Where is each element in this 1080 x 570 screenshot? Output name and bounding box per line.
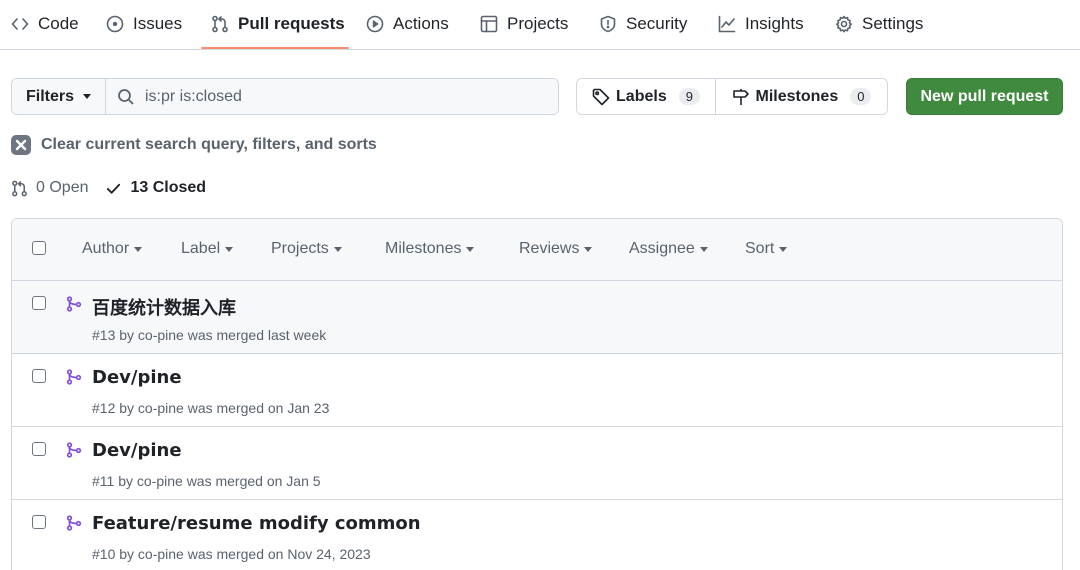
table-row[interactable]: Feature/resume modify common #10 by co-p… <box>12 500 1062 570</box>
pr-title-link[interactable]: Dev/pine <box>92 367 182 388</box>
shield-icon <box>600 15 616 33</box>
chevron-down-icon <box>779 246 788 252</box>
chevron-down-icon <box>584 246 593 252</box>
label-filter-label: Label <box>181 240 221 257</box>
git-merge-icon <box>66 369 82 385</box>
search-input[interactable] <box>145 87 545 106</box>
gear-icon <box>835 15 853 33</box>
filters-label: Filters <box>25 87 74 105</box>
milestones-filter[interactable]: Milestones <box>385 240 475 258</box>
milestone-icon <box>732 88 749 105</box>
pr-meta: #13 by co-pine was merged last week <box>92 327 327 343</box>
author-filter[interactable]: Author <box>82 240 143 258</box>
label-filter[interactable]: Label <box>181 240 234 258</box>
closed-prs-link[interactable]: 13 Closed <box>105 179 206 197</box>
labels-label: Labels <box>616 87 667 105</box>
pr-title-link[interactable]: Feature/resume modify common <box>92 513 421 534</box>
pr-meta: #12 by co-pine was merged on Jan 23 <box>92 400 330 416</box>
chevron-down-icon <box>225 246 234 252</box>
row-checkbox[interactable] <box>32 369 46 383</box>
labels-milestones-group: Labels 9 Milestones 0 <box>576 78 888 115</box>
tab-issues-label: Issues <box>133 14 183 33</box>
open-prs-link[interactable]: 0 Open <box>11 179 88 197</box>
filters-dropdown-button[interactable]: Filters <box>12 79 106 114</box>
author-filter-label: Author <box>82 240 130 257</box>
pr-meta: #11 by co-pine was merged on Jan 5 <box>92 473 321 489</box>
table-row[interactable]: 百度统计数据入库 #13 by co-pine was merged last … <box>12 281 1062 354</box>
pr-title-link[interactable]: 百度统计数据入库 <box>92 294 236 320</box>
repo-nav: Code Issues Pull requests Actions Projec… <box>0 0 1080 50</box>
projects-filter-label: Projects <box>271 240 329 257</box>
clear-filters-link[interactable]: Clear current search query, filters, and… <box>11 134 377 156</box>
list-header: Author Label Projects Milestones Reviews… <box>12 219 1062 281</box>
labels-count: 9 <box>678 88 700 105</box>
sort-filter[interactable]: Sort <box>745 240 788 258</box>
row-checkbox[interactable] <box>32 515 46 529</box>
milestones-filter-label: Milestones <box>385 240 462 257</box>
labels-button[interactable]: Labels 9 <box>577 79 716 114</box>
table-row[interactable]: Dev/pine #12 by co-pine was merged on Ja… <box>12 354 1062 427</box>
assignee-filter-label: Assignee <box>629 240 695 257</box>
tab-issues[interactable]: Issues <box>106 0 182 48</box>
tab-settings[interactable]: Settings <box>835 0 923 48</box>
tab-insights[interactable]: Insights <box>718 0 804 48</box>
clear-filters-label: Clear current search query, filters, and… <box>41 136 377 153</box>
code-icon <box>11 18 29 30</box>
filter-search-group: Filters <box>11 78 559 115</box>
git-pull-request-icon <box>12 180 27 196</box>
reviews-filter-label: Reviews <box>519 240 580 257</box>
pr-title-link[interactable]: Dev/pine <box>92 440 182 461</box>
tab-code-label: Code <box>38 14 79 33</box>
select-all-checkbox[interactable] <box>32 241 46 255</box>
milestones-label: Milestones <box>755 87 839 105</box>
row-checkbox[interactable] <box>32 442 46 456</box>
tab-security[interactable]: Security <box>599 0 687 48</box>
git-merge-icon <box>66 296 82 312</box>
milestones-count: 0 <box>850 88 872 105</box>
graph-icon <box>718 15 736 33</box>
chevron-down-icon <box>134 246 143 252</box>
tab-code[interactable]: Code <box>11 0 79 48</box>
chevron-down-icon <box>333 246 342 252</box>
tab-security-label: Security <box>626 14 688 33</box>
tab-actions-label: Actions <box>393 14 449 33</box>
tab-pull-requests[interactable]: Pull requests <box>211 0 345 48</box>
pr-meta: #10 by co-pine was merged on Nov 24, 202… <box>92 546 371 562</box>
git-merge-icon <box>66 515 82 531</box>
milestones-button[interactable]: Milestones 0 <box>716 79 887 114</box>
state-toggle: 0 Open 13 Closed <box>11 177 223 199</box>
tag-icon <box>592 88 610 105</box>
reviews-filter[interactable]: Reviews <box>519 240 593 258</box>
issue-opened-icon <box>106 15 124 33</box>
tab-pull-requests-label: Pull requests <box>238 14 345 33</box>
git-merge-icon <box>66 442 82 458</box>
tab-projects[interactable]: Projects <box>480 0 568 48</box>
active-tab-underline <box>201 47 349 49</box>
git-pull-request-icon <box>212 15 228 33</box>
table-icon <box>480 15 498 33</box>
sort-filter-label: Sort <box>745 240 775 257</box>
pull-request-list: Author Label Projects Milestones Reviews… <box>11 218 1063 570</box>
check-icon <box>107 183 121 194</box>
chevron-down-icon <box>83 94 91 99</box>
tab-projects-label: Projects <box>507 14 569 33</box>
assignee-filter[interactable]: Assignee <box>629 240 708 258</box>
tab-settings-label: Settings <box>862 14 924 33</box>
chevron-down-icon <box>466 246 475 252</box>
table-row[interactable]: Dev/pine #11 by co-pine was merged on Ja… <box>12 427 1062 500</box>
search-icon <box>118 88 134 105</box>
row-checkbox[interactable] <box>32 296 46 310</box>
chevron-down-icon <box>699 246 708 252</box>
tab-insights-label: Insights <box>745 14 804 33</box>
search-container[interactable] <box>106 79 558 114</box>
close-icon <box>11 135 31 155</box>
play-icon <box>366 15 384 33</box>
new-pull-request-button[interactable]: New pull request <box>906 78 1063 115</box>
closed-count-label: 13 Closed <box>130 179 207 196</box>
open-count-label: 0 Open <box>36 179 89 196</box>
tab-actions[interactable]: Actions <box>366 0 449 48</box>
projects-filter[interactable]: Projects <box>271 240 342 258</box>
